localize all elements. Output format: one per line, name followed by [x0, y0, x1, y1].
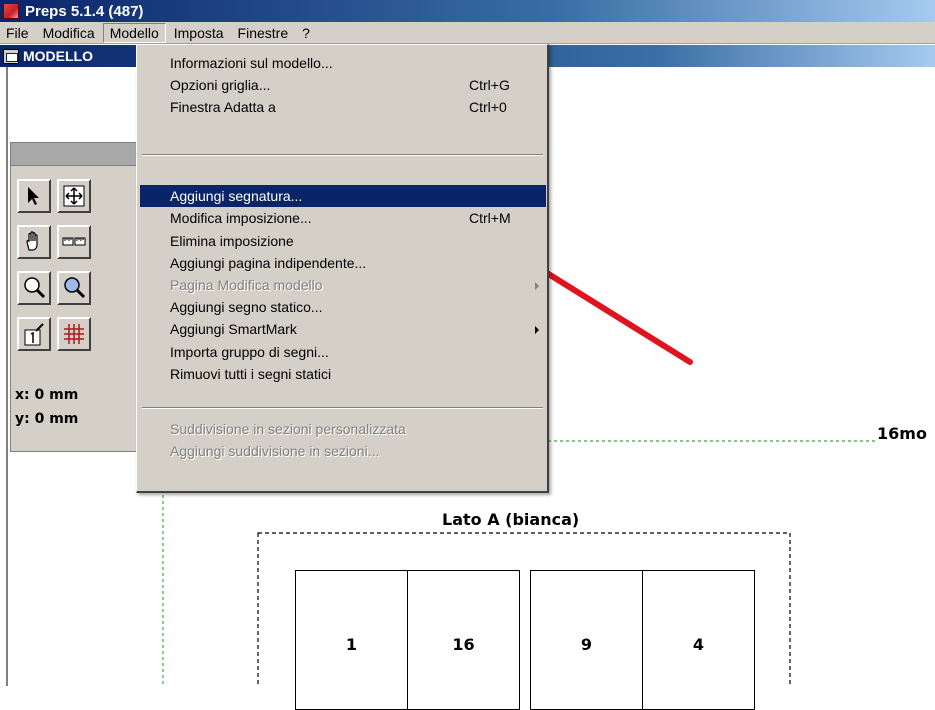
- menu-item-opzioni-griglia[interactable]: Opzioni griglia... Ctrl+G: [140, 74, 546, 96]
- page-number: 1: [345, 635, 358, 654]
- zoom-out-icon: [64, 277, 86, 299]
- menu-item-label: Opzioni griglia...: [170, 77, 271, 93]
- menu-item-label: Aggiungi segnatura...: [170, 188, 303, 204]
- menu-item-aggiungi-segno-statico[interactable]: Aggiungi segno statico...: [140, 296, 546, 318]
- submenu-arrow-icon: [535, 282, 539, 290]
- menu-item-label: Aggiungi SmartMark: [170, 321, 297, 337]
- signature-label: 16mo: [877, 424, 927, 443]
- menu-item-label: Suddivisione in sezioni personalizzata: [170, 421, 406, 437]
- page-number: 16: [452, 635, 475, 654]
- zoom-out-tool[interactable]: [57, 271, 91, 305]
- page-cell[interactable]: 1: [295, 570, 408, 710]
- menu-item-label: Rimuovi tutti i segni statici: [170, 366, 332, 382]
- menu-item-label: Informazioni sul modello...: [170, 55, 333, 71]
- menu-item-shortcut: Ctrl+M: [469, 210, 511, 226]
- menu-item-modifica-imposizione[interactable]: Modifica imposizione... Ctrl+M: [140, 207, 546, 229]
- menu-bar: File Modifica Modello Imposta Finestre?: [0, 22, 935, 44]
- y-coordinate-readout: y: 0 mm: [15, 411, 79, 427]
- menu-item-aggiungi-segnatura[interactable]: Aggiungi segnatura...: [140, 185, 546, 207]
- menu-separator-2: [142, 407, 543, 409]
- menu-item-suddivisione-in-sezioni-personalizzata: Suddivisione in sezioni personalizzata: [140, 418, 546, 440]
- menu-item-shortcut: Ctrl+0: [469, 99, 507, 115]
- menu-item-label: Importa gruppo di segni...: [170, 344, 329, 360]
- menu-item-label: Finestra Adatta a: [170, 99, 276, 115]
- document-title: MODELLO: [23, 48, 93, 64]
- grid-icon: [64, 324, 84, 344]
- document-icon[interactable]: [3, 48, 19, 64]
- window-title: Preps 5.1.4 (487): [25, 2, 144, 20]
- menu-item-label: Aggiungi segno statico...: [170, 299, 323, 315]
- page-cell[interactable]: 4: [642, 570, 755, 710]
- menu-item-aggiungi-suddivisione-in-sezioni: Aggiungi suddivisione in sezioni...: [140, 440, 546, 462]
- menu-separator-1: [142, 154, 543, 156]
- page-cell[interactable]: 16: [407, 570, 520, 710]
- menu-item-informazioni-sul-modello[interactable]: Informazioni sul modello...: [140, 52, 546, 74]
- submenu-arrow-icon: [535, 326, 539, 334]
- menu-imposta[interactable]: Imposta: [168, 24, 230, 42]
- menu-item-finestra-adatta-a[interactable]: Finestra Adatta a Ctrl+0: [140, 96, 546, 118]
- menu-item-label: Elimina imposizione: [170, 233, 294, 249]
- menu-modello[interactable]: Modello: [102, 22, 166, 43]
- page-cell[interactable]: 9: [530, 570, 643, 710]
- zoom-in-tool[interactable]: [17, 271, 51, 305]
- modello-dropdown-menu: Informazioni sul modello... Opzioni grigl…: [136, 44, 549, 493]
- page-number-tool[interactable]: [17, 317, 51, 351]
- menu-help[interactable]: ?: [296, 24, 316, 42]
- menu-item-elimina-imposizione[interactable]: Elimina imposizione: [140, 230, 546, 252]
- zoom-in-icon: [24, 277, 46, 299]
- hand-tool[interactable]: [17, 225, 51, 259]
- ruler-icon: [62, 237, 86, 246]
- page-number-icon: [24, 323, 44, 346]
- menu-item-aggiungi-smartmark[interactable]: Aggiungi SmartMark: [140, 318, 546, 340]
- pointer-tool[interactable]: [17, 179, 51, 213]
- menu-item-label: Modifica imposizione...: [170, 210, 312, 226]
- menu-item-label: Pagina Modifica modello: [170, 277, 323, 293]
- move-tool[interactable]: [57, 179, 91, 213]
- menu-item-shortcut: Ctrl+G: [469, 77, 510, 93]
- menu-item-label: Aggiungi suddivisione in sezioni...: [170, 443, 380, 459]
- title-bar: Preps 5.1.4 (487): [0, 0, 935, 22]
- move-icon: [63, 185, 85, 207]
- menu-item-label: Aggiungi pagina indipendente...: [170, 255, 367, 271]
- app-icon[interactable]: [3, 3, 19, 19]
- page-number: 9: [580, 635, 593, 654]
- menu-item-importa-gruppo-di-segni[interactable]: Importa gruppo di segni...: [140, 341, 546, 363]
- ruler-tool[interactable]: [57, 225, 91, 259]
- menu-item-rimuovi-tutti-i-segni-statici[interactable]: Rimuovi tutti i segni statici: [140, 363, 546, 385]
- menu-finestre[interactable]: Finestre: [232, 24, 295, 42]
- side-label: Lato A (bianca): [442, 510, 580, 529]
- pointer-icon: [28, 187, 39, 205]
- x-coordinate-readout: x: 0 mm: [15, 387, 79, 403]
- menu-item-aggiungi-pagina-indipendente[interactable]: Aggiungi pagina indipendente...: [140, 252, 546, 274]
- menu-item-pagina-modifica-modello: Pagina Modifica modello: [140, 274, 546, 296]
- grid-tool[interactable]: [57, 317, 91, 351]
- page-number: 4: [692, 635, 705, 654]
- hand-icon: [26, 231, 38, 251]
- menu-file[interactable]: File: [0, 24, 35, 42]
- menu-modifica[interactable]: Modifica: [37, 24, 101, 42]
